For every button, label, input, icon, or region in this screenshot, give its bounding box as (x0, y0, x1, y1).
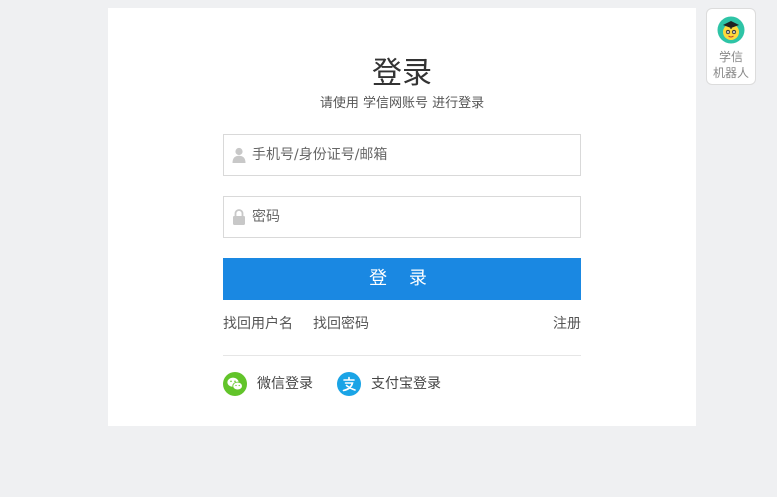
robot-label-line1: 学信 (718, 50, 743, 64)
username-input[interactable] (252, 135, 572, 175)
recover-username-link[interactable]: 找回用户名 (223, 315, 293, 333)
user-icon (232, 147, 246, 163)
page-subtitle: 请使用 学信网账号 进行登录 (319, 96, 485, 111)
alipay-login[interactable]: 支付宝登录 (337, 372, 441, 396)
recover-password-link[interactable]: 找回密码 (313, 315, 369, 333)
robot-assistant-button[interactable]: 学信 机器人 (706, 8, 756, 85)
divider (223, 355, 581, 356)
username-field[interactable] (223, 134, 581, 176)
robot-avatar-icon (717, 16, 745, 44)
login-card: 登录 请使用 学信网账号 进行登录 登 录 找回用户名 找回密码 注册 (108, 8, 696, 426)
wechat-login[interactable]: 微信登录 (223, 372, 313, 396)
wechat-icon (223, 372, 247, 396)
login-button[interactable]: 登 录 (223, 258, 581, 300)
alipay-login-label: 支付宝登录 (371, 376, 441, 392)
lock-icon (232, 209, 246, 225)
alipay-icon (337, 372, 361, 396)
wechat-login-label: 微信登录 (257, 376, 313, 392)
password-field[interactable] (223, 196, 581, 238)
register-link[interactable]: 注册 (553, 315, 581, 333)
password-input[interactable] (252, 197, 572, 237)
robot-label-line2: 机器人 (712, 66, 749, 80)
page-title: 登录 (372, 56, 432, 91)
